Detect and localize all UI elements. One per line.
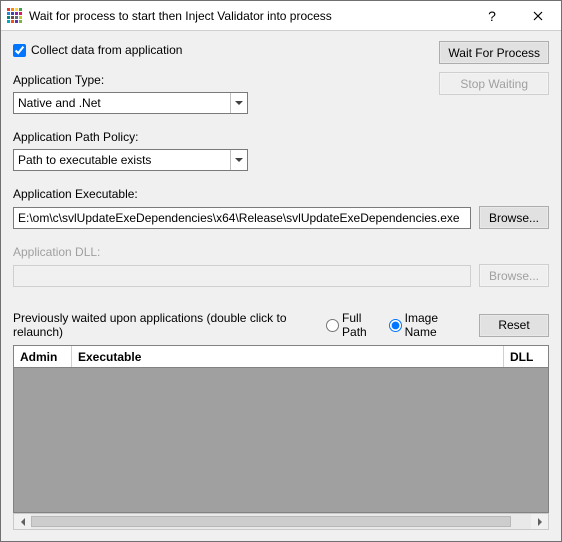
app-path-policy-group: Application Path Policy: Path to executa…	[13, 130, 549, 171]
scroll-right-icon[interactable]	[531, 514, 548, 529]
app-icon	[7, 8, 23, 24]
col-executable[interactable]: Executable	[72, 346, 504, 367]
table-header: Admin Executable DLL	[14, 346, 548, 368]
app-type-value: Native and .Net	[18, 96, 230, 110]
collect-data-label[interactable]: Collect data from application	[31, 43, 182, 57]
horizontal-scrollbar[interactable]	[13, 513, 549, 530]
scroll-track[interactable]	[31, 514, 531, 529]
previous-apps-table[interactable]: Admin Executable DLL	[13, 345, 549, 513]
wait-for-process-button[interactable]: Wait For Process	[439, 41, 549, 64]
scroll-thumb[interactable]	[31, 516, 511, 527]
scroll-left-icon[interactable]	[14, 514, 31, 529]
app-type-select[interactable]: Native and .Net	[13, 92, 248, 114]
titlebar: Wait for process to start then Inject Va…	[1, 1, 561, 31]
browse-dll-button: Browse...	[479, 264, 549, 287]
previous-apps-label: Previously waited upon applications (dou…	[13, 311, 316, 339]
table-body	[14, 368, 548, 512]
col-admin[interactable]: Admin	[14, 346, 72, 367]
app-dll-label: Application DLL:	[13, 245, 549, 259]
window-title: Wait for process to start then Inject Va…	[29, 9, 332, 23]
app-path-policy-value: Path to executable exists	[18, 153, 230, 167]
stop-waiting-button: Stop Waiting	[439, 72, 549, 95]
app-dll-input	[13, 265, 471, 287]
app-dll-group: Application DLL: Browse...	[13, 245, 549, 287]
image-name-radio[interactable]	[389, 319, 402, 332]
full-path-radio-label[interactable]: Full Path	[326, 311, 385, 339]
chevron-down-icon	[230, 150, 247, 170]
help-button[interactable]: ?	[469, 1, 515, 31]
app-executable-label: Application Executable:	[13, 187, 549, 201]
browse-exe-button[interactable]: Browse...	[479, 206, 549, 229]
full-path-radio[interactable]	[326, 319, 339, 332]
right-button-column: Wait For Process Stop Waiting	[439, 41, 549, 95]
app-executable-input[interactable]	[13, 207, 471, 229]
collect-data-checkbox[interactable]	[13, 44, 26, 57]
app-path-policy-label: Application Path Policy:	[13, 130, 549, 144]
app-path-policy-select[interactable]: Path to executable exists	[13, 149, 248, 171]
dialog-window: Wait for process to start then Inject Va…	[0, 0, 562, 542]
close-button[interactable]	[515, 1, 561, 31]
col-dll[interactable]: DLL	[504, 346, 548, 367]
dialog-body: Wait For Process Stop Waiting Collect da…	[1, 31, 561, 541]
chevron-down-icon	[230, 93, 247, 113]
app-executable-group: Application Executable: Browse...	[13, 187, 549, 229]
reset-button[interactable]: Reset	[479, 314, 549, 337]
image-name-radio-label[interactable]: Image Name	[389, 311, 467, 339]
path-display-radio-group: Full Path Image Name	[326, 311, 467, 339]
previous-apps-row: Previously waited upon applications (dou…	[13, 311, 549, 339]
